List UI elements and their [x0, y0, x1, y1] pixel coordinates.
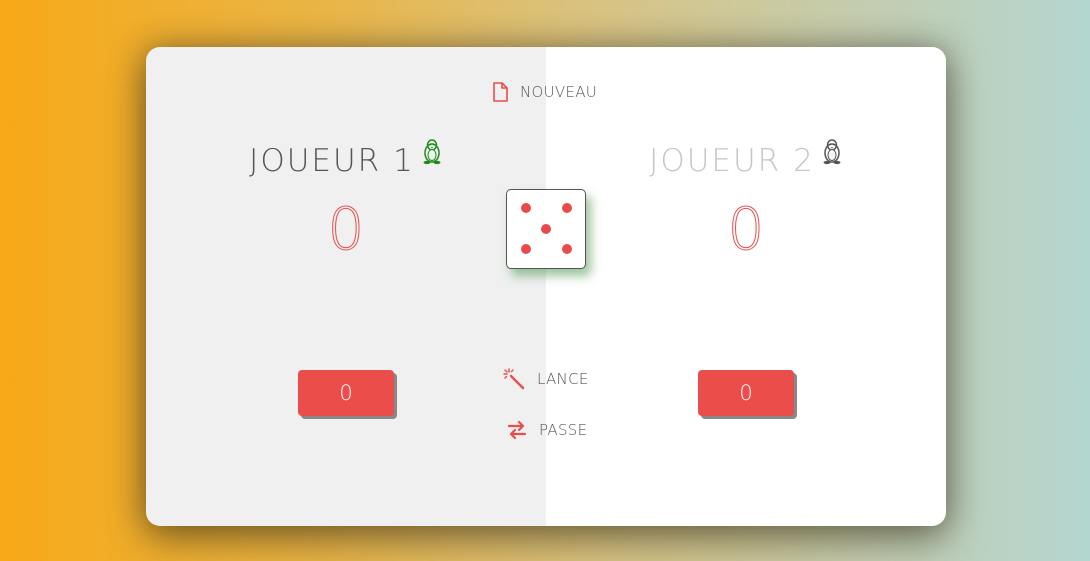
- roll-dice-label: LANCE: [537, 370, 589, 388]
- tux-icon: [821, 137, 843, 173]
- magic-wand-icon: [503, 368, 525, 390]
- player-1-current-score: 0: [298, 370, 394, 416]
- dice-pip: [521, 244, 531, 254]
- new-game-button[interactable]: NOUVEAU: [492, 82, 597, 102]
- player-2-name: JOUEUR 2: [546, 139, 946, 179]
- dice-pip: [521, 203, 531, 213]
- dice: [506, 189, 586, 269]
- dice-pip: [562, 244, 572, 254]
- new-game-label: NOUVEAU: [520, 83, 598, 101]
- player-1-score: 0: [327, 195, 365, 264]
- hold-button[interactable]: PASSE: [507, 420, 587, 440]
- exchange-icon: [507, 420, 527, 440]
- player-2-current-score: 0: [698, 370, 794, 416]
- player-1-name: JOUEUR 1: [146, 139, 546, 179]
- file-icon: [493, 82, 508, 102]
- game-board: JOUEUR 1 0 0 JOUEUR 2 0 0 NOUVEAU LANCE …: [146, 47, 946, 526]
- player-2-panel: JOUEUR 2 0 0: [546, 47, 946, 526]
- dice-pip: [562, 203, 572, 213]
- player-1-panel: JOUEUR 1 0 0: [146, 47, 546, 526]
- player-2-score: 0: [727, 195, 765, 264]
- roll-dice-button[interactable]: LANCE: [503, 368, 589, 390]
- dice-pip: [541, 224, 551, 234]
- hold-label: PASSE: [539, 421, 588, 439]
- tux-icon: [421, 137, 443, 173]
